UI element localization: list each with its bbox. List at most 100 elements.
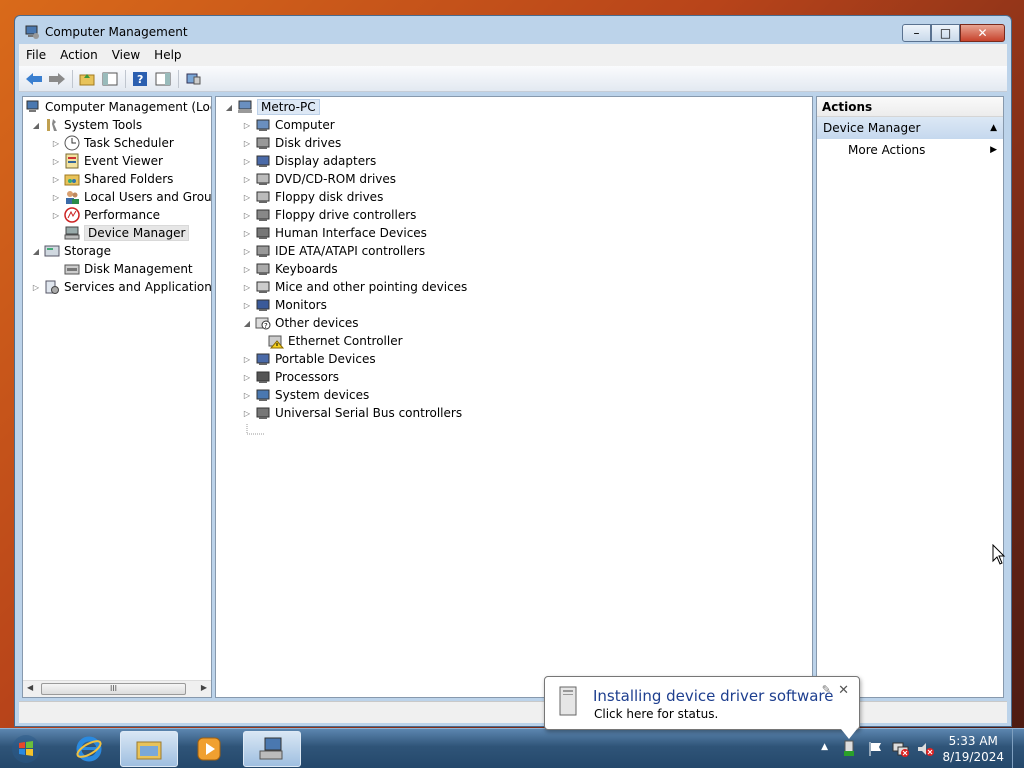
device-category-other-devices[interactable]: ◢? Other devices [242, 314, 359, 332]
device-category-display-adapters[interactable]: ▷ Display adapters [242, 152, 376, 170]
expand-arrow-icon[interactable]: ▷ [242, 121, 252, 130]
clock[interactable]: 5:33 AM 8/19/2024 [942, 733, 1004, 765]
expand-arrow-icon[interactable]: ▷ [242, 139, 252, 148]
expand-arrow-icon[interactable]: ▷ [51, 193, 61, 202]
device-tree-root[interactable]: ◢ Metro-PC [224, 98, 320, 116]
device-category-hid[interactable]: ▷ Human Interface Devices [242, 224, 427, 242]
collapse-arrow-icon[interactable]: ◢ [31, 247, 41, 256]
device-category-mouse[interactable]: ▷ Mice and other pointing devices [242, 278, 467, 296]
title-bar[interactable]: Computer Management – □ ✕ [15, 16, 1011, 46]
tree-root[interactable]: Computer Management (Local [25, 98, 211, 116]
device-category-label: Human Interface Devices [275, 226, 427, 240]
tree-item-system-tools[interactable]: ◢ System Tools [31, 116, 142, 134]
forward-arrow-icon[interactable] [46, 69, 68, 89]
tree-item-performance[interactable]: ▷ Performance [51, 206, 160, 224]
device-category-processor[interactable]: ▷ Processors [242, 368, 339, 386]
maximize-button[interactable]: □ [931, 24, 960, 42]
minimize-button[interactable]: – [902, 24, 931, 42]
taskbar-media-player[interactable] [180, 731, 238, 767]
expand-arrow-icon[interactable]: ▷ [242, 391, 252, 400]
expand-arrow-icon[interactable]: ▷ [242, 157, 252, 166]
expand-arrow-icon[interactable]: ▷ [242, 247, 252, 256]
device-category-keyboard[interactable]: ▷ Keyboards [242, 260, 338, 278]
taskbar-internet-explorer[interactable] [60, 731, 118, 767]
tree-item-task-scheduler[interactable]: ▷ Task Scheduler [51, 134, 174, 152]
device-tree-pane[interactable]: ◢ Metro-PC ▷ Computer ▷ Disk drives ▷ Display… [215, 96, 813, 698]
device-category-ethernet-warning[interactable]: Ethernet Controller [268, 332, 403, 350]
network-disconnected-icon[interactable] [892, 741, 910, 760]
menu-help[interactable]: Help [147, 48, 188, 62]
start-button[interactable] [6, 732, 46, 766]
menu-action[interactable]: Action [53, 48, 105, 62]
expand-arrow-icon[interactable]: ▷ [242, 211, 252, 220]
device-category-monitor[interactable]: ▷ Monitors [242, 296, 327, 314]
taskbar-computer-management[interactable] [243, 731, 301, 767]
expand-arrow-icon[interactable]: ▷ [242, 373, 252, 382]
menu-file[interactable]: File [19, 48, 53, 62]
tree-item-event-viewer[interactable]: ▷ Event Viewer [51, 152, 163, 170]
expand-arrow-icon[interactable]: ▷ [51, 157, 61, 166]
expand-arrow-icon[interactable]: ▷ [242, 265, 252, 274]
floppy-controller-icon [255, 207, 271, 223]
device-category-dvd-cdrom[interactable]: ▷ DVD/CD-ROM drives [242, 170, 396, 188]
expand-arrow-icon[interactable]: ▷ [242, 175, 252, 184]
collapse-up-icon[interactable]: ▲ [990, 117, 997, 139]
expand-arrow-icon[interactable]: ▷ [51, 139, 61, 148]
tree-item-disk-management[interactable]: Disk Management [51, 260, 193, 278]
device-category-computer[interactable]: ▷ Computer [242, 116, 335, 134]
action-center-flag-icon[interactable] [868, 741, 884, 760]
device-category-portable-devices[interactable]: ▷ Portable Devices [242, 350, 376, 368]
expand-arrow-icon[interactable]: ▷ [242, 409, 252, 418]
expand-arrow-icon[interactable]: ▷ [242, 229, 252, 238]
expand-arrow-icon[interactable]: ▷ [242, 301, 252, 310]
console-tree-pane[interactable]: Computer Management (Local ◢ System Tool… [22, 96, 212, 698]
scroll-thumb[interactable]: III [41, 683, 186, 695]
options-wrench-icon[interactable]: ✎ [822, 683, 831, 696]
collapse-arrow-icon[interactable]: ◢ [31, 121, 41, 130]
tree-item-device-manager[interactable]: Device Manager [51, 224, 190, 242]
actions-section-device-manager[interactable]: Device Manager ▲ [817, 117, 1003, 139]
expand-arrow-icon[interactable]: ▷ [51, 211, 61, 220]
expand-arrow-icon[interactable]: ▷ [242, 355, 252, 364]
scroll-left-icon[interactable]: ◀ [27, 683, 33, 692]
show-desktop-button[interactable] [1012, 729, 1024, 768]
back-arrow-icon[interactable] [23, 69, 45, 89]
tree-item-local-users-and-groups[interactable]: ▷ Local Users and Groups [51, 188, 211, 206]
taskbar-windows-explorer[interactable] [120, 731, 178, 767]
properties-icon[interactable] [182, 69, 204, 89]
menu-view[interactable]: View [105, 48, 147, 62]
device-category-floppy-disk[interactable]: ▷ Floppy disk drives [242, 188, 383, 206]
keyboard-icon [255, 261, 271, 277]
notification-text[interactable]: Click here for status. [594, 707, 718, 721]
scroll-right-icon[interactable]: ▶ [201, 683, 207, 692]
device-category-disk-drives[interactable]: ▷ Disk drives [242, 134, 341, 152]
tree-item-services-and-applications[interactable]: ▷ Services and Applications [31, 278, 211, 296]
tree-item-shared-folders[interactable]: ▷ Shared Folders [51, 170, 173, 188]
more-actions-item[interactable]: More Actions ▶ [817, 139, 1003, 161]
horizontal-scrollbar[interactable]: ◀ III ▶ [23, 680, 211, 697]
device-category-usb[interactable]: ▷ Universal Serial Bus controllers [242, 404, 462, 422]
expand-arrow-icon[interactable]: ▷ [242, 193, 252, 202]
driver-install-notification[interactable]: Installing device driver software Click … [544, 676, 860, 739]
collapse-arrow-icon[interactable]: ◢ [224, 103, 234, 112]
device-category-floppy-controller[interactable]: ▷ Floppy drive controllers [242, 206, 417, 224]
show-hide-action-pane-icon[interactable] [152, 69, 174, 89]
window-title: Computer Management [45, 25, 188, 39]
expand-arrow-icon[interactable]: ▷ [31, 283, 41, 292]
expand-arrow-icon[interactable]: ▷ [51, 175, 61, 184]
show-hidden-icons-icon[interactable]: ▲ [821, 742, 828, 752]
notification-close-button[interactable]: ✕ [838, 683, 849, 698]
device-install-icon[interactable] [842, 739, 856, 760]
tree-item-storage[interactable]: ◢ Storage [31, 242, 111, 260]
volume-muted-icon[interactable] [916, 741, 934, 760]
device-category-system-devices[interactable]: ▷ System devices [242, 386, 369, 404]
show-hide-console-tree-icon[interactable] [99, 69, 121, 89]
help-icon[interactable]: ? [129, 69, 151, 89]
up-folder-icon[interactable] [76, 69, 98, 89]
toolbar-separator [72, 69, 73, 88]
close-button[interactable]: ✕ [960, 24, 1005, 42]
device-category-ide-ata[interactable]: ▷ IDE ATA/ATAPI controllers [242, 242, 425, 260]
collapse-arrow-icon[interactable]: ◢ [242, 319, 252, 328]
device-category-label: Processors [275, 370, 340, 384]
expand-arrow-icon[interactable]: ▷ [242, 283, 252, 292]
